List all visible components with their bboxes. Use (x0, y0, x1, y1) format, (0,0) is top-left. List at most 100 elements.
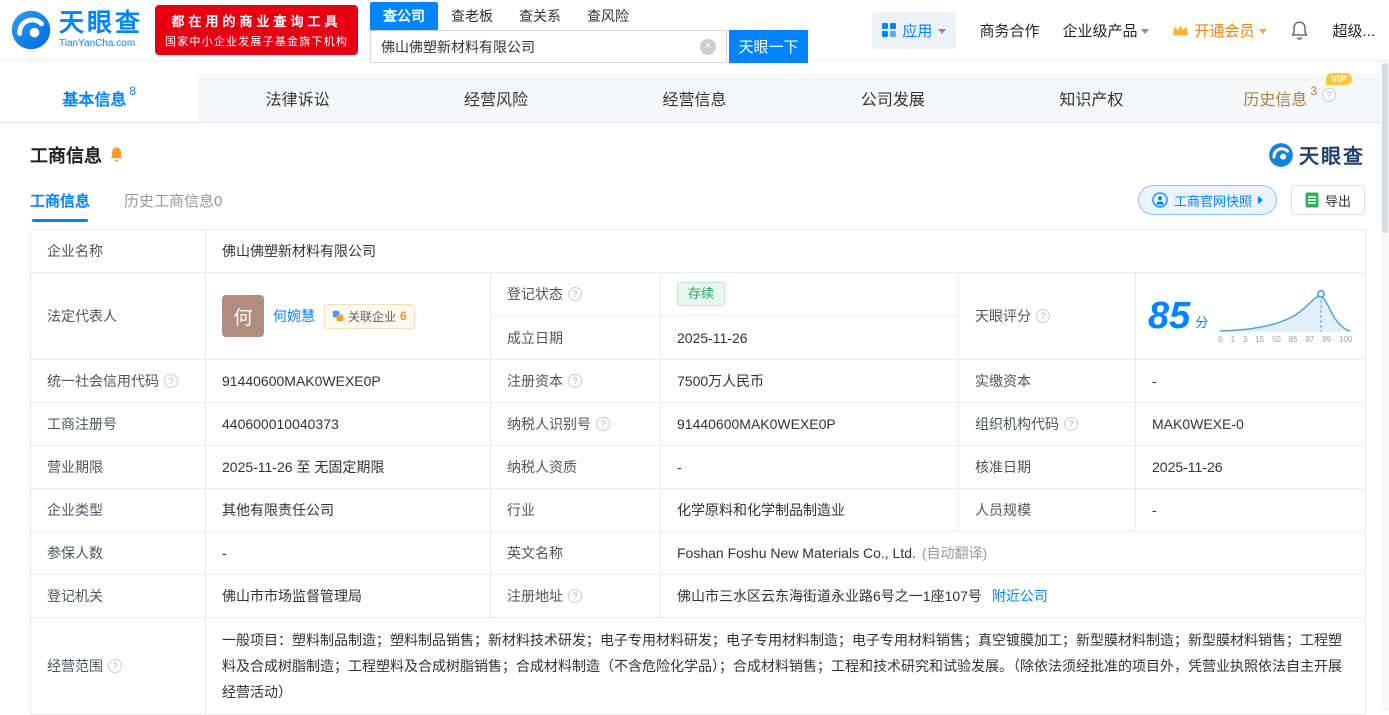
help-icon[interactable] (596, 417, 610, 431)
nav-tab-intellectual-property[interactable]: 知识产权 (992, 74, 1190, 122)
field-label-taxpayer-id-text: 纳税人识别号 (507, 416, 591, 432)
table-row: 法定代表人 何 何婉慧 关联企业 6 登记状态 ? 存续 成立日期 2025-1… (30, 272, 1367, 360)
search-tab-risk[interactable]: 查风险 (574, 2, 642, 30)
help-icon[interactable] (568, 374, 582, 388)
score-number: 85 (1148, 295, 1191, 337)
nearby-companies-link[interactable]: 附近公司 (992, 586, 1048, 606)
field-value-reg-authority: 佛山市市场监督管理局 (205, 574, 491, 618)
help-icon[interactable] (568, 287, 582, 301)
promo-line1: 都在用的商业查询工具 (171, 14, 342, 29)
tianyancha-logo[interactable]: 天眼查 TianYanCha.com (10, 9, 143, 51)
menu-business-cooperation[interactable]: 商务合作 (979, 20, 1039, 41)
official-snapshot-label: 工商官网快照 (1173, 193, 1252, 209)
menu-open-vip[interactable]: 开通会员 (1172, 20, 1268, 41)
promo-badge[interactable]: 都在用的商业查询工具 国家中小企业发展子基金旗下机构 (155, 5, 359, 55)
axis-tick: 97 (1305, 335, 1315, 344)
search-input[interactable] (381, 38, 701, 55)
search-tab-company[interactable]: 查公司 (370, 2, 439, 30)
nav-tab-operating-risk-label: 经营风险 (464, 92, 529, 109)
menu-enterprise-products[interactable]: 企业级产品 (1062, 20, 1150, 41)
legal-rep-name-link[interactable]: 何婉慧 (273, 306, 315, 326)
scrollbar (1381, 61, 1389, 711)
nav-tab-history-info-label: 历史信息 (1243, 92, 1308, 109)
field-value-industry: 化学原料和化学制品制造业 (660, 488, 959, 532)
tab-count-badge: 8 (129, 84, 137, 98)
field-label-reg-capital-text: 注册资本 (507, 373, 563, 389)
nav-tab-legal-proceedings-label: 法律诉讼 (265, 92, 330, 109)
field-label-reg-status: 登记状态 (491, 273, 661, 316)
scrollbar-thumb[interactable] (1382, 63, 1388, 233)
field-label-reg-number: 工商注册号 (30, 402, 206, 446)
brand-logo-icon (1269, 142, 1293, 167)
help-icon[interactable] (108, 659, 122, 673)
field-label-english-name: 英文名称 (490, 531, 661, 575)
help-icon[interactable] (164, 374, 178, 388)
field-value-staff-size: - (1134, 488, 1367, 532)
field-label-approval-date: 核准日期 (958, 445, 1136, 489)
apps-grid-icon (882, 23, 897, 37)
field-value-company-type: 其他有限责任公司 (205, 488, 491, 532)
subscribe-bell-icon[interactable] (109, 146, 124, 163)
menu-super-vip[interactable]: 超级... (1332, 20, 1375, 41)
help-icon[interactable] (568, 589, 582, 603)
field-label-taxpayer-id: 纳税人识别号 (490, 402, 661, 446)
company-section-nav: 基本信息8 法律诉讼 经营风险 经营信息 公司发展 知识产权 历史信息 3 VI… (0, 73, 1389, 123)
menu-super-vip-label: 超级... (1332, 22, 1375, 40)
clear-icon[interactable] (700, 38, 717, 55)
vip-badge: VIP (1326, 73, 1353, 85)
english-name-text: Foshan Foshu New Materials Co., Ltd. (677, 545, 916, 561)
field-label-business-term: 营业期限 (30, 445, 206, 489)
field-value-taxpayer-id: 91440600MAK0WEXE0P (660, 402, 959, 446)
nav-tab-legal-proceedings[interactable]: 法律诉讼 (198, 74, 396, 122)
nav-tab-operating-risk[interactable]: 经营风险 (397, 74, 595, 122)
axis-tick: 3 (1242, 335, 1248, 344)
export-label: 导出 (1324, 193, 1351, 209)
field-label-score-text: 天眼评分 (975, 308, 1031, 324)
field-value-reg-number: 440600010040373 (205, 402, 491, 446)
search-tab-relation[interactable]: 查关系 (506, 2, 574, 30)
subtab-row: 工商信息 历史工商信息0 工商官网快照 导出 (0, 178, 1389, 222)
field-label-credit-code-text: 统一社会信用代码 (47, 373, 159, 389)
field-label-legal-rep: 法定代表人 (30, 272, 206, 360)
axis-tick: 0 (1218, 335, 1223, 344)
official-snapshot-button[interactable]: 工商官网快照 (1137, 185, 1277, 215)
field-label-business-scope-text: 经营范围 (47, 658, 103, 674)
field-value-business-scope: 一般项目：塑料制品制造；塑料制品销售；新材料技术研发；电子专用材料研发；电子专用… (204, 617, 1367, 715)
field-label-business-scope: 经营范围 (30, 617, 206, 715)
nav-tab-basic-info[interactable]: 基本信息 8 (0, 74, 199, 122)
field-label-org-code: 组织机构代码 (958, 402, 1136, 446)
related-companies-label: 关联企业 (348, 309, 397, 324)
field-label-reg-authority: 登记机关 (30, 574, 206, 618)
axis-tick: 1 (1230, 335, 1236, 344)
export-button[interactable]: 导出 (1290, 185, 1365, 215)
brand-logo-text: 天眼查 (1299, 146, 1365, 168)
menu-apps[interactable]: 应用 (872, 11, 957, 49)
help-icon[interactable] (1064, 417, 1078, 431)
related-companies-badge[interactable]: 关联企业 6 (324, 303, 415, 329)
table-row: 经营范围 一般项目：塑料制品制造；塑料制品销售；新材料技术研发；电子专用材料研发… (30, 617, 1367, 715)
search-button[interactable]: 天眼一下 (729, 30, 809, 63)
field-value-approval-date: 2025-11-26 (1134, 445, 1367, 489)
axis-tick: 50 (1271, 335, 1281, 344)
nav-tab-operating-info[interactable]: 经营信息 (595, 74, 793, 122)
field-value-org-code: MAK0WEXE-0 (1134, 402, 1367, 446)
subtab-business-info[interactable]: 工商信息 (30, 178, 90, 222)
search-tab-boss[interactable]: 查老板 (438, 2, 506, 30)
nav-tab-history-info[interactable]: 历史信息 3 VIP (1191, 73, 1389, 122)
help-icon[interactable] (1036, 309, 1050, 323)
field-value-company-name: 佛山佛塑新材料有限公司 (204, 229, 1367, 273)
logo-subtitle: TianYanCha.com (59, 38, 136, 49)
nav-tab-company-development[interactable]: 公司发展 (794, 74, 992, 122)
logo-title: 天眼查 (59, 9, 144, 37)
subtab-history-business-info[interactable]: 历史工商信息0 (124, 178, 222, 222)
field-value-score: 85 分 0 1 3 15 50 85 97 99 100 (1134, 272, 1367, 360)
field-label-establish-date: 成立日期 (491, 316, 661, 359)
help-icon[interactable] (1322, 88, 1337, 102)
status-badge: 存续 (677, 282, 726, 306)
notification-bell-icon[interactable] (1290, 20, 1309, 41)
field-label-taxpayer-quality: 纳税人资质 (490, 445, 661, 489)
search-tabs: 查公司 查老板 查关系 查风险 (370, 2, 808, 30)
score-value: 85 分 (1148, 297, 1208, 335)
field-label-insured-count: 参保人数 (30, 531, 206, 575)
legal-rep-avatar[interactable]: 何 (222, 295, 264, 337)
